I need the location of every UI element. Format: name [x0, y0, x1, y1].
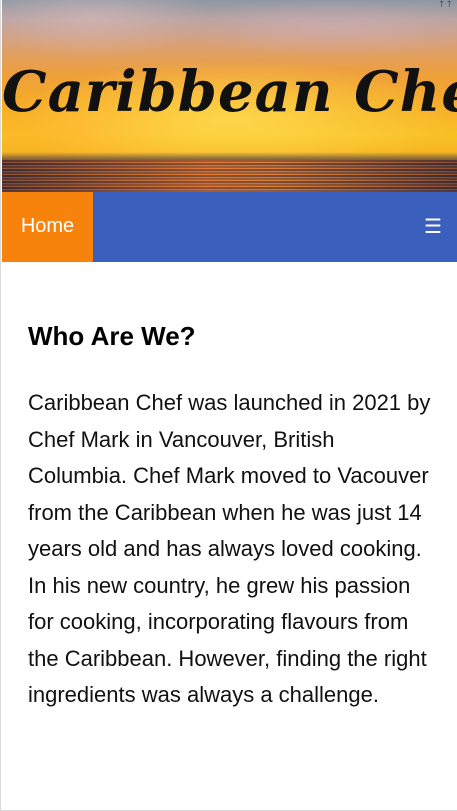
section-title: Who Are We?	[28, 321, 196, 351]
page-frame: Caribbean Chef ↑↑ Home ☰ Who Are We? Car…	[0, 0, 457, 811]
section-paragraph: Caribbean Chef was launched in 2021 by C…	[28, 390, 431, 707]
site-title: Caribbean Chef	[2, 59, 457, 125]
header-banner: Caribbean Chef ↑↑	[2, 0, 457, 192]
corner-mark: ↑↑	[437, 0, 453, 10]
main-content: Who Are We? Caribbean Chef was launched …	[2, 262, 457, 810]
nav-home-link[interactable]: Home	[2, 192, 93, 262]
top-navigation: Home ☰	[2, 192, 457, 262]
sea-reflection	[2, 160, 457, 192]
hamburger-menu-icon[interactable]: ☰	[423, 192, 443, 262]
